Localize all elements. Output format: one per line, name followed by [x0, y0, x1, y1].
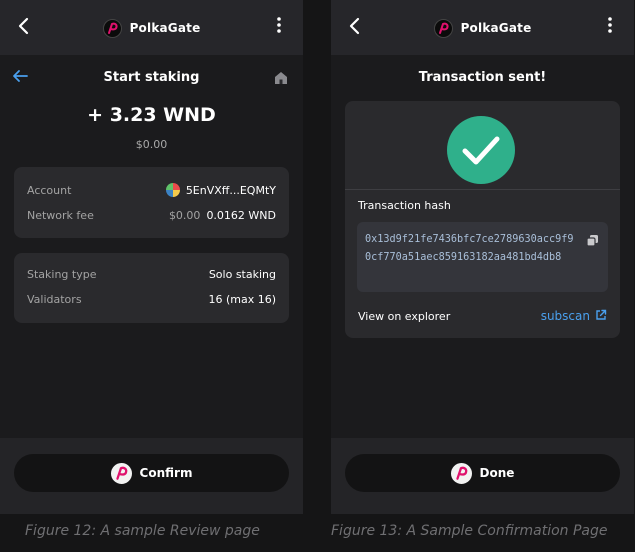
subscan-link[interactable]: subscan: [541, 309, 607, 324]
subscan-link-label: subscan: [540, 309, 590, 323]
page-header: Start staking: [0, 66, 303, 90]
transaction-hash-box: 0x13d9f21fe7436bfc7ce2789630acc9f90cf770…: [357, 222, 608, 292]
network-fee-row: Network fee $0.00 0.0162 WND: [27, 206, 276, 224]
kebab-menu-icon[interactable]: [600, 16, 620, 38]
bottom-bar: Done: [331, 438, 634, 514]
copy-icon[interactable]: [586, 232, 599, 247]
network-fee-label: Network fee: [27, 208, 94, 222]
view-on-explorer-label: View on explorer: [358, 309, 451, 323]
confirm-button-label: Confirm: [139, 466, 193, 480]
account-row: Account 5EnVXff...EQMtY: [27, 181, 276, 199]
polkagate-logo-icon: [450, 462, 472, 484]
polkagate-logo-icon: [102, 18, 122, 38]
validators-row: Validators 16 (max 16): [27, 290, 276, 308]
brand: PolkaGate: [331, 17, 634, 39]
done-button[interactable]: Done: [345, 454, 620, 492]
explorer-row: View on explorer subscan: [358, 307, 607, 325]
divider: [345, 189, 620, 190]
done-button-label: Done: [479, 466, 515, 480]
figure-caption-review: Figure 12: A sample Review page: [25, 523, 260, 539]
polkagate-logo-icon: [433, 18, 453, 38]
review-page: PolkaGate Start staking + 3.23 WND $0.00…: [0, 0, 303, 514]
kebab-menu-icon[interactable]: [269, 16, 289, 38]
staking-details-card: Staking type Solo staking Validators 16 …: [14, 253, 289, 323]
transaction-hash-value[interactable]: 0x13d9f21fe7436bfc7ce2789630acc9f90cf770…: [365, 231, 575, 267]
top-bar: PolkaGate: [331, 0, 634, 55]
network-fee-value-group: $0.00 0.0162 WND: [169, 209, 276, 222]
account-identicon: [165, 183, 180, 197]
validators-label: Validators: [27, 292, 82, 306]
staking-type-value: Solo staking: [208, 267, 276, 281]
page-title: Transaction sent!: [418, 70, 547, 85]
network-fee-amount: 0.0162 WND: [206, 208, 276, 222]
confirmation-page: PolkaGate Transaction sent! Transaction …: [331, 0, 634, 514]
page-title: Start staking: [103, 70, 200, 85]
transaction-hash-label: Transaction hash: [358, 199, 451, 212]
transaction-card: Transaction hash 0x13d9f21fe7436bfc7ce27…: [345, 101, 620, 338]
external-link-icon: [595, 309, 607, 324]
brand: PolkaGate: [0, 17, 303, 39]
staking-type-row: Staking type Solo staking: [27, 265, 276, 283]
stake-amount: + 3.23 WND: [87, 104, 216, 126]
account-fee-card: Account 5EnVXff...EQMtY Network fee $0.0…: [14, 167, 289, 238]
figure-caption-confirmation: Figure 13: A Sample Confirmation Page: [331, 523, 608, 539]
home-icon[interactable]: [273, 70, 289, 86]
network-fee-fiat: $0.00: [168, 208, 201, 222]
top-bar: PolkaGate: [0, 0, 303, 55]
account-address[interactable]: 5EnVXff...EQMtY: [186, 184, 276, 197]
stake-fiat-value: $0.00: [135, 138, 168, 151]
account-value-group: 5EnVXff...EQMtY: [165, 183, 276, 197]
staking-type-label: Staking type: [27, 267, 97, 281]
check-icon: [447, 116, 515, 184]
brand-name: PolkaGate: [460, 21, 532, 35]
confirm-button[interactable]: Confirm: [14, 454, 289, 492]
account-label: Account: [27, 183, 72, 197]
brand-name: PolkaGate: [129, 21, 201, 35]
polkagate-logo-icon: [110, 462, 132, 484]
validators-value: 16 (max 16): [208, 292, 276, 306]
bottom-bar: Confirm: [0, 438, 303, 514]
